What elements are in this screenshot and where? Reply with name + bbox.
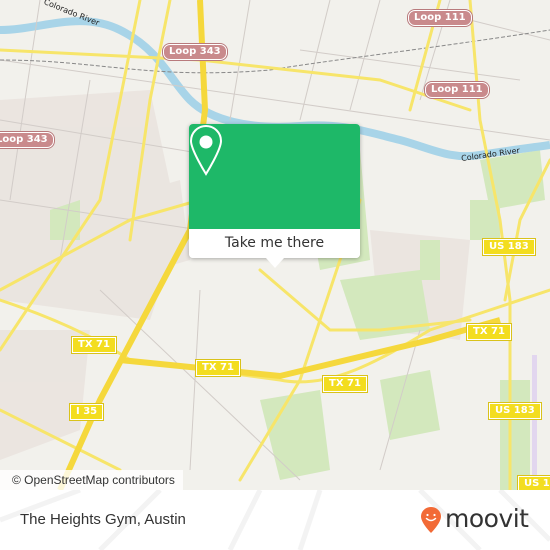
shield-loop-343: Loop 343 [163,44,227,60]
shield-tx-71: TX 71 [323,376,367,392]
shield-i-35: I 35 [70,404,104,420]
shield-tx-71: TX 71 [467,324,511,340]
popup-header [189,124,360,229]
shield-loop-343: Loop 343 [0,132,54,148]
shield-us-183: US 183 [518,476,550,490]
moovit-wordmark: moovit [445,504,529,533]
shield-tx-71: TX 71 [72,337,116,353]
location-popup: Take me there [189,124,360,268]
railway [0,29,550,74]
map-pin-icon [189,124,223,176]
take-me-there-button[interactable]: Take me there [189,229,360,258]
shield-loop-111: Loop 111 [408,10,472,26]
popup-pointer [266,258,284,268]
runway [532,355,537,490]
shield-tx-71: TX 71 [196,360,240,376]
place-name: The Heights Gym, Austin [20,511,186,528]
shield-us-183: US 183 [483,239,535,255]
moovit-pin-icon [421,507,441,533]
map-attribution[interactable]: © OpenStreetMap contributors [0,470,183,490]
take-me-there-label: Take me there [224,235,325,251]
map-canvas[interactable]: Loop 343 Loop 343 Loop 111 Loop 111 TX 7… [0,0,550,490]
shield-loop-111: Loop 111 [425,82,489,98]
footer-bar: The Heights Gym, Austin moovit [0,490,550,550]
shield-us-183: US 183 [489,403,541,419]
moovit-logo[interactable]: moovit [420,504,529,536]
